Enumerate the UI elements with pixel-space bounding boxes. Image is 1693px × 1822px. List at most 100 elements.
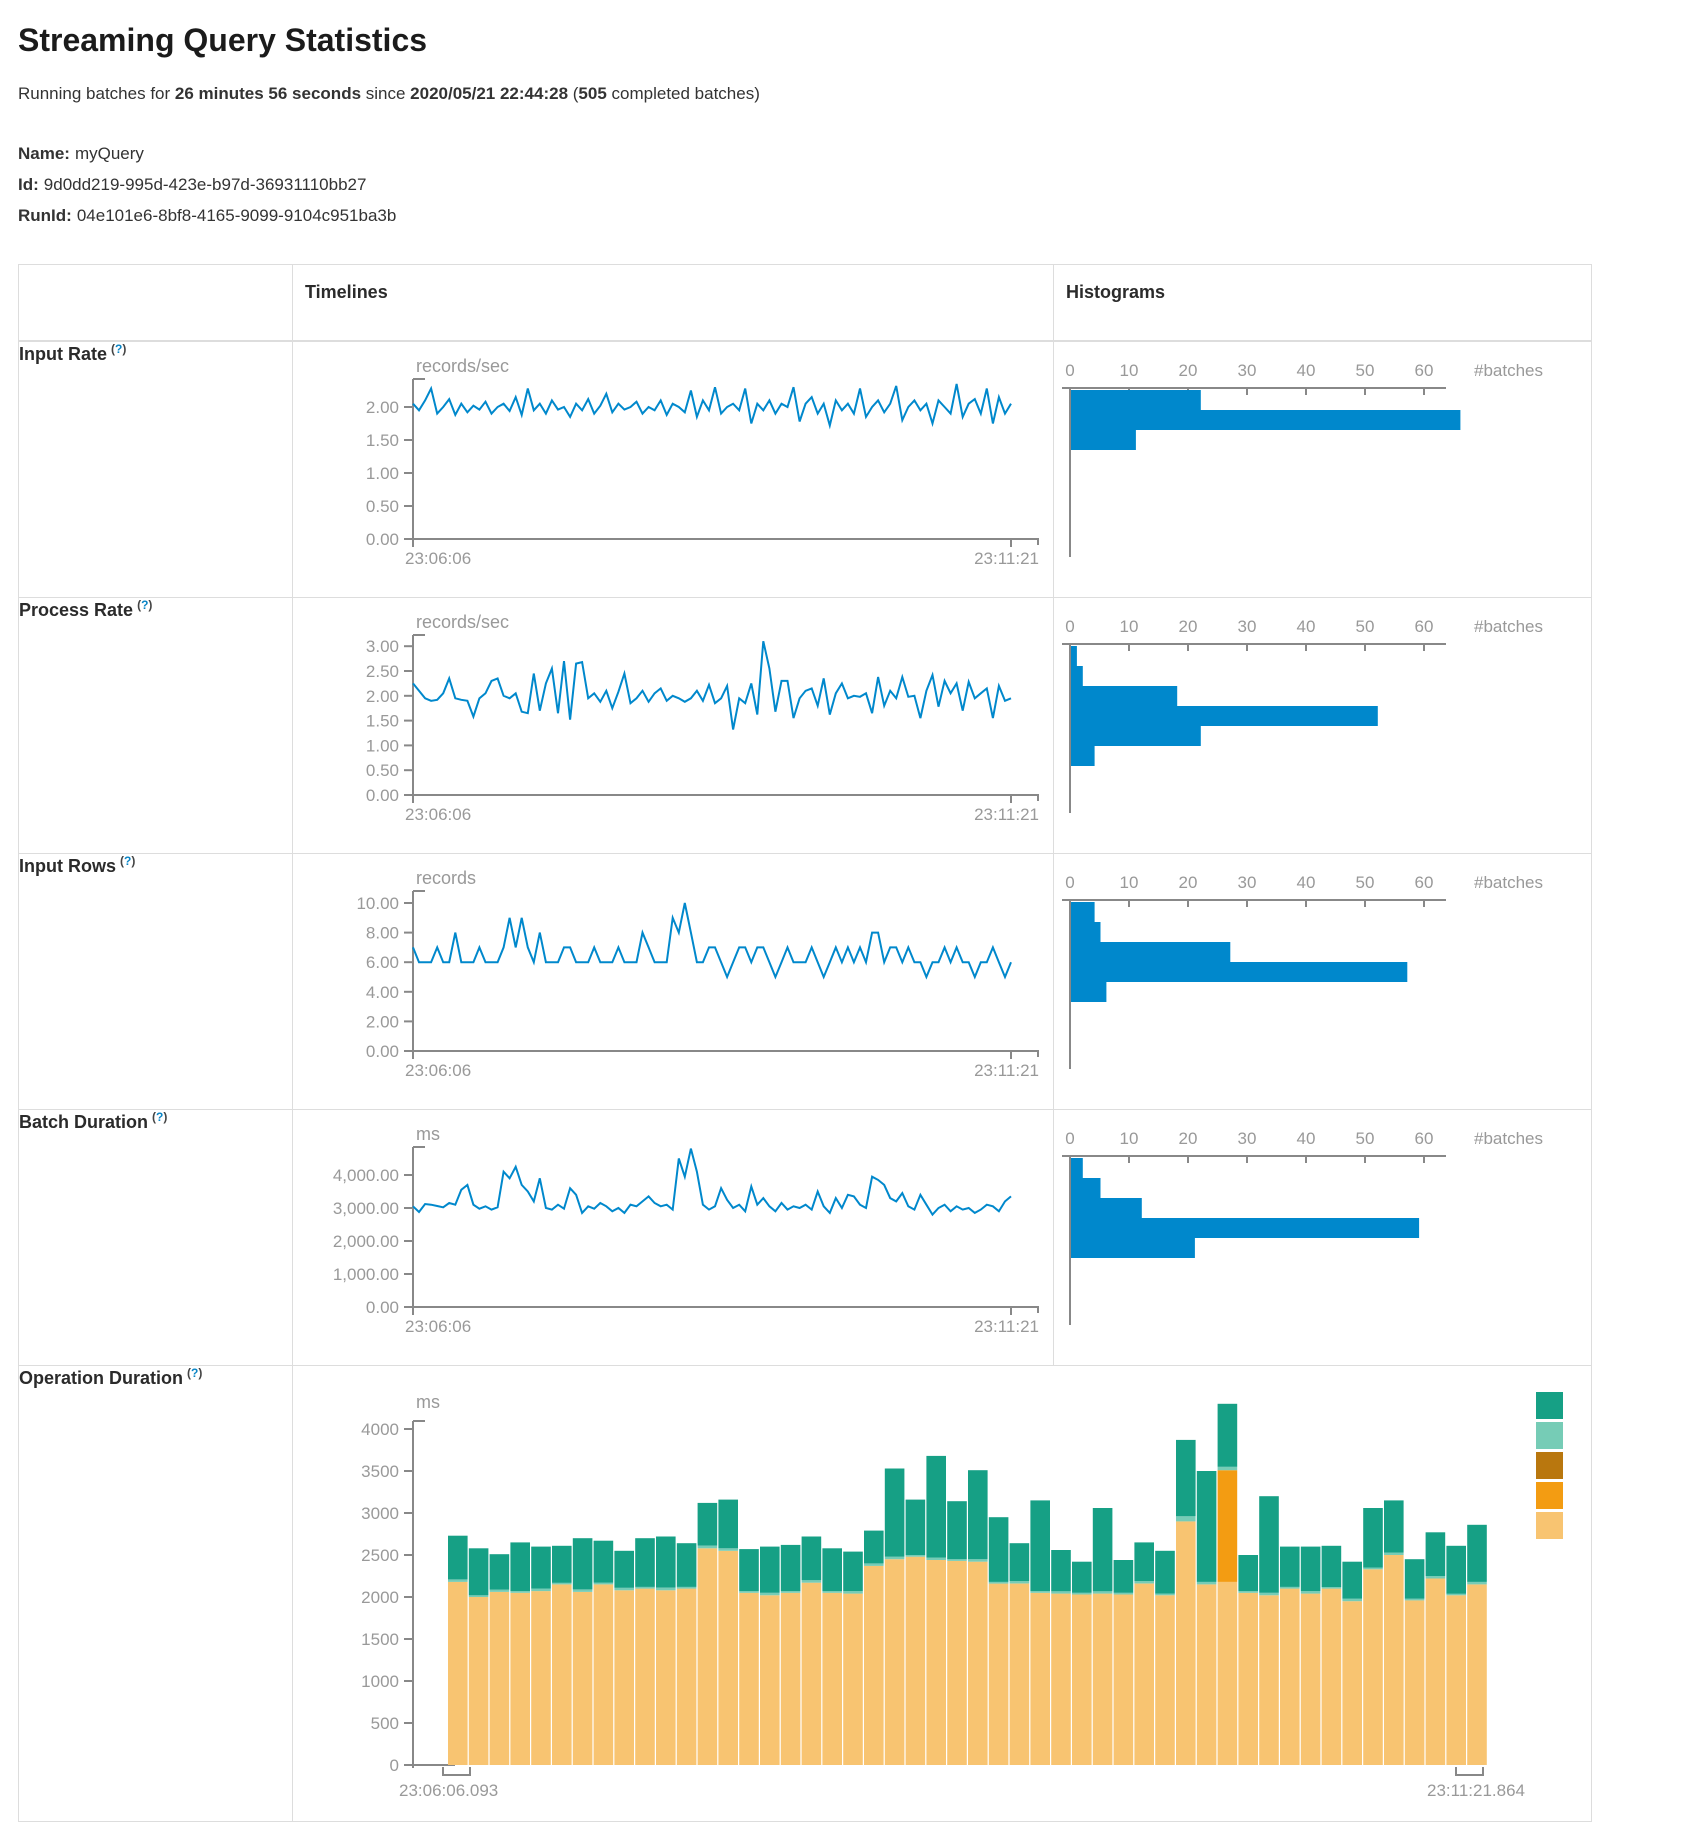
table-header-row: Timelines Histograms (19, 265, 1592, 342)
help-icon[interactable]: (?) (152, 1110, 167, 1124)
svg-text:3.00: 3.00 (366, 637, 399, 656)
legend-swatch (1536, 1422, 1563, 1449)
help-icon[interactable]: (?) (111, 342, 126, 356)
svg-text:2000: 2000 (361, 1588, 399, 1607)
svg-text:20: 20 (1179, 1129, 1198, 1148)
svg-text:40: 40 (1297, 617, 1316, 636)
svg-text:40: 40 (1297, 1129, 1316, 1148)
summary-prefix: Running batches for (18, 84, 175, 103)
svg-text:3500: 3500 (361, 1462, 399, 1481)
svg-text:30: 30 (1238, 873, 1257, 892)
page-title: Streaming Query Statistics (18, 20, 1675, 60)
process-rate-histogram-cell: 0102030405060#batches (1054, 598, 1592, 854)
svg-text:10: 10 (1120, 1129, 1139, 1148)
id-label: Id: (18, 175, 39, 194)
svg-text:4.00: 4.00 (366, 983, 399, 1002)
metric-label: Input Rate (19, 344, 107, 364)
svg-text:0: 0 (390, 1756, 399, 1775)
svg-text:60: 60 (1415, 1129, 1434, 1148)
svg-text:0: 0 (1065, 617, 1074, 636)
svg-text:23:06:06: 23:06:06 (405, 1317, 471, 1336)
svg-text:3,000.00: 3,000.00 (333, 1199, 399, 1218)
input-rows-histogram-cell: 0102030405060#batches (1054, 854, 1592, 1110)
help-icon[interactable]: (?) (120, 854, 135, 868)
table-row: Process Rate(?) records/sec 3.00 2.50 2.00 1… (19, 598, 1592, 854)
process-rate-timeline-chart: records/sec3.002.502.001.501.000.500.002… (293, 598, 1053, 848)
completed-batch-count: 505 (578, 84, 606, 103)
input-rate-histogram-chart: 0102030405060#batches (1054, 342, 1590, 592)
table-row: Operation Duration(?) ms4000350030002500… (19, 1366, 1592, 1822)
metric-header-cell (19, 265, 293, 342)
svg-text:10: 10 (1120, 361, 1139, 380)
svg-text:50: 50 (1356, 361, 1375, 380)
batch-duration-timeline-cell: ms4,000.003,000.002,000.001,000.000.0023… (293, 1110, 1054, 1366)
svg-text:3000: 3000 (361, 1504, 399, 1523)
batch-duration-timeline-chart: ms4,000.003,000.002,000.001,000.000.0023… (293, 1110, 1053, 1360)
svg-text:4,000.00: 4,000.00 (333, 1166, 399, 1185)
legend-swatch (1536, 1482, 1563, 1509)
legend-swatch (1536, 1512, 1563, 1539)
operation-duration-cell: ms4000350030002500200015001000500023:06:… (293, 1366, 1592, 1822)
svg-text:23:11:21: 23:11:21 (974, 549, 1039, 568)
input-rows-histogram-chart: 0102030405060#batches (1054, 854, 1590, 1104)
runid-label: RunId: (18, 206, 72, 225)
svg-text:20: 20 (1179, 617, 1198, 636)
help-icon[interactable]: (?) (187, 1366, 202, 1380)
svg-text:1.00: 1.00 (366, 464, 399, 483)
input-rows-timeline-chart: records10.008.006.004.002.000.0023:06:06… (293, 854, 1053, 1104)
svg-text:40: 40 (1297, 361, 1316, 380)
batch-duration-histogram-cell: 0102030405060#batches (1054, 1110, 1592, 1366)
svg-text:#batches: #batches (1474, 361, 1543, 380)
svg-text:60: 60 (1415, 617, 1434, 636)
svg-text:records: records (416, 868, 476, 888)
svg-text:0.00: 0.00 (366, 786, 399, 805)
operation-duration-chart: ms4000350030002500200015001000500023:06:… (293, 1366, 1590, 1821)
svg-text:2.00: 2.00 (366, 687, 399, 706)
paren-open: ( (568, 84, 578, 103)
name-value: myQuery (75, 144, 144, 163)
svg-text:#batches: #batches (1474, 873, 1543, 892)
legend-swatch (1536, 1392, 1563, 1419)
svg-text:20: 20 (1179, 873, 1198, 892)
svg-text:23:06:06: 23:06:06 (405, 549, 471, 568)
svg-text:1.00: 1.00 (366, 736, 399, 755)
batch-duration-label-cell: Batch Duration(?) (19, 1110, 293, 1366)
svg-text:0.50: 0.50 (366, 497, 399, 516)
svg-text:1.50: 1.50 (366, 431, 399, 450)
svg-text:50: 50 (1356, 617, 1375, 636)
table-row: Input Rows(?) records10.008.006.004.002.… (19, 854, 1592, 1110)
process-rate-label-cell: Process Rate(?) (19, 598, 293, 854)
svg-text:40: 40 (1297, 873, 1316, 892)
svg-text:0: 0 (1065, 361, 1074, 380)
svg-text:#batches: #batches (1474, 1129, 1543, 1148)
svg-text:10.00: 10.00 (356, 894, 399, 913)
svg-text:records/sec: records/sec (416, 356, 509, 376)
query-name-row: Name:myQuery (18, 138, 1675, 169)
statistics-table: Timelines Histograms Input Rate (?) recor… (18, 264, 1592, 1822)
svg-text:30: 30 (1238, 617, 1257, 636)
svg-text:ms: ms (416, 1124, 440, 1144)
svg-text:0.00: 0.00 (366, 1298, 399, 1317)
svg-text:0.50: 0.50 (366, 761, 399, 780)
svg-text:2.50: 2.50 (366, 662, 399, 681)
svg-text:0.00: 0.00 (366, 530, 399, 549)
input-rate-label-cell: Input Rate (?) (19, 341, 293, 598)
svg-text:#batches: #batches (1474, 617, 1543, 636)
histograms-header: Histograms (1054, 265, 1592, 342)
svg-text:1500: 1500 (361, 1630, 399, 1649)
svg-text:1000: 1000 (361, 1672, 399, 1691)
svg-text:2.00: 2.00 (366, 1012, 399, 1031)
svg-text:30: 30 (1238, 361, 1257, 380)
help-icon[interactable]: (?) (137, 598, 152, 612)
table-row: Input Rate(?) records/sec2.001.501.000.5… (19, 341, 1592, 598)
svg-text:500: 500 (371, 1714, 399, 1733)
query-runid-row: RunId:04e101e6-8bf8-4165-9099-9104c951ba… (18, 200, 1675, 231)
input-rate-histogram-cell: 0102030405060#batches (1054, 341, 1592, 598)
id-value: 9d0dd219-995d-423e-b97d-36931110bb27 (44, 175, 367, 194)
svg-text:2500: 2500 (361, 1546, 399, 1565)
svg-text:records/sec: records/sec (416, 612, 509, 632)
legend-swatch (1536, 1452, 1563, 1479)
table-row: Batch Duration(?) ms4,000.003,000.002,00… (19, 1110, 1592, 1366)
metric-label: Operation Duration (19, 1368, 183, 1388)
input-rows-label-cell: Input Rows(?) (19, 854, 293, 1110)
